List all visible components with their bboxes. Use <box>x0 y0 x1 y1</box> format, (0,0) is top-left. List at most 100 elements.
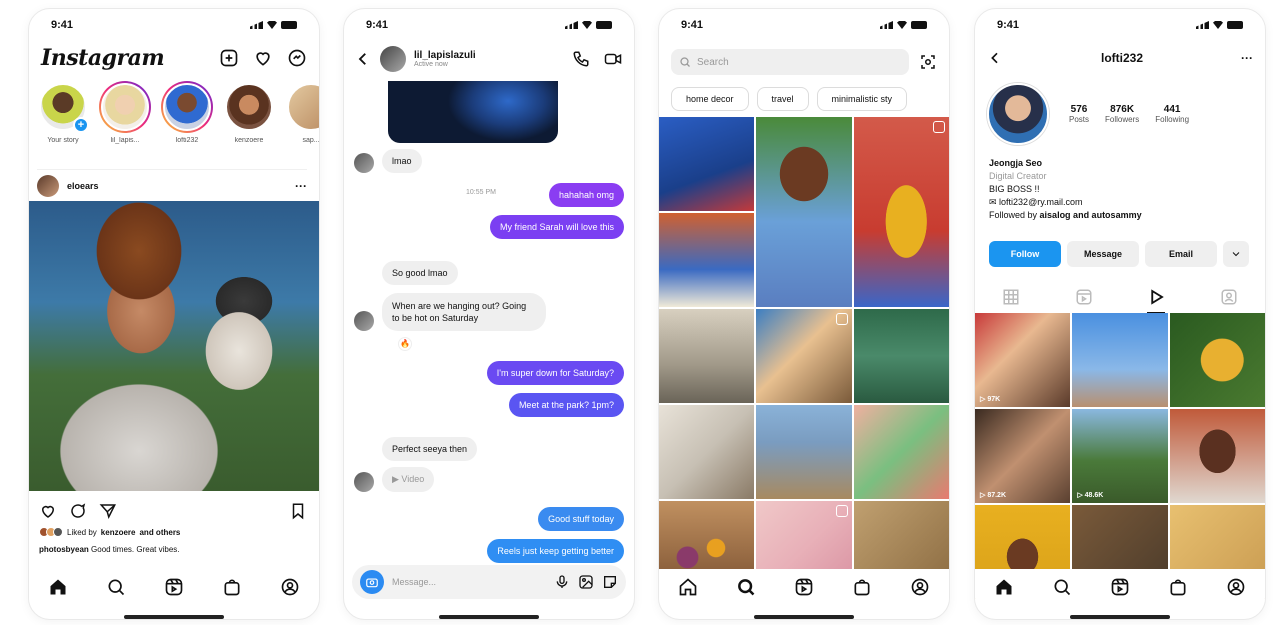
back-icon[interactable] <box>987 50 1003 66</box>
phone-icon[interactable] <box>572 50 590 68</box>
post-image[interactable] <box>29 201 319 491</box>
message-input[interactable]: Message... <box>392 577 546 587</box>
tab-tagged-icon[interactable] <box>1220 288 1238 306</box>
wifi-icon <box>1213 21 1223 29</box>
camera-icon[interactable] <box>360 570 384 594</box>
stat-posts[interactable]: 576 Posts <box>1069 104 1089 124</box>
tab-reels-icon[interactable] <box>1075 288 1093 306</box>
explore-tile[interactable] <box>853 405 949 499</box>
profile-tile[interactable]: ▷ 87.2K <box>975 409 1071 503</box>
explore-tile[interactable] <box>853 309 949 403</box>
liked-suffix[interactable]: and others <box>139 528 180 537</box>
battery-icon <box>596 21 612 29</box>
shop-icon[interactable] <box>852 577 872 597</box>
story-item[interactable]: lofti232 <box>161 81 213 144</box>
explore-tile[interactable] <box>756 117 852 307</box>
message-button[interactable]: Message <box>1067 241 1139 267</box>
explore-tile[interactable] <box>756 309 852 403</box>
followed-by[interactable]: Followed by aisalog and autosammy <box>989 209 1255 222</box>
caption-user[interactable]: photosbyean <box>39 545 89 554</box>
video-message[interactable]: ▶ Video <box>382 467 435 492</box>
explore-tile[interactable] <box>659 213 755 307</box>
message-bubble-in[interactable]: When are we hanging out? Going to be hot… <box>382 293 546 332</box>
story-item[interactable]: kenzoere <box>223 81 275 144</box>
shop-icon[interactable] <box>222 577 242 597</box>
message-bubble-in[interactable]: So good lmao <box>382 261 458 285</box>
home-icon[interactable] <box>48 577 68 597</box>
messenger-icon[interactable] <box>287 48 307 68</box>
explore-tile[interactable] <box>659 309 755 403</box>
home-icon[interactable] <box>994 577 1014 597</box>
profile-tile[interactable] <box>1169 313 1265 407</box>
back-icon[interactable] <box>354 50 372 68</box>
more-options-icon[interactable]: ··· <box>295 179 307 193</box>
explore-tile[interactable] <box>659 117 755 211</box>
explore-tile[interactable] <box>853 117 949 307</box>
explore-tile[interactable] <box>659 405 755 499</box>
suggested-dropdown-button[interactable] <box>1223 241 1249 267</box>
message-bubble-out[interactable]: Reels just keep getting better <box>487 539 624 563</box>
tab-video-icon[interactable] <box>1147 288 1166 314</box>
microphone-icon[interactable] <box>554 574 570 590</box>
share-icon[interactable] <box>99 502 117 520</box>
video-call-icon[interactable] <box>604 50 622 68</box>
search-input[interactable]: Search <box>671 49 909 75</box>
profile-tile[interactable]: ▷ 97K <box>975 313 1071 407</box>
profile-tile[interactable] <box>1072 313 1168 407</box>
topic-chip[interactable]: travel <box>756 87 809 111</box>
bio-email[interactable]: ✉ lofti232@ry.mail.com <box>989 196 1255 209</box>
topic-chip[interactable]: minimalistic sty <box>816 87 908 111</box>
instagram-logo[interactable]: Instagram <box>41 45 165 71</box>
heart-icon[interactable] <box>253 48 273 68</box>
profile-tile[interactable]: ▷ 48.6K <box>1072 409 1168 503</box>
follow-button[interactable]: Follow <box>989 241 1061 267</box>
search-icon[interactable] <box>736 577 756 597</box>
new-post-icon[interactable] <box>219 48 239 68</box>
email-button[interactable]: Email <box>1145 241 1217 267</box>
stat-followers[interactable]: 876K Followers <box>1105 104 1139 124</box>
message-bubble-out[interactable]: Meet at the park? 1pm? <box>508 393 624 417</box>
topic-chip[interactable]: home decor <box>671 87 749 111</box>
stat-following[interactable]: 441 Following <box>1155 104 1189 124</box>
shared-image[interactable] <box>388 81 558 143</box>
add-story-icon[interactable]: + <box>73 117 89 133</box>
search-icon[interactable] <box>1052 577 1072 597</box>
message-bubble-out[interactable]: Good stuff today <box>538 507 624 531</box>
avatar[interactable] <box>380 46 406 72</box>
bookmark-icon[interactable] <box>289 502 307 520</box>
reels-icon[interactable] <box>794 577 814 597</box>
profile-icon[interactable] <box>910 577 930 597</box>
tab-grid-icon[interactable] <box>1002 288 1020 306</box>
message-bubble-in[interactable]: lmao <box>382 149 422 173</box>
like-icon[interactable] <box>39 502 57 520</box>
explore-tile[interactable] <box>756 405 852 499</box>
profile-tile[interactable] <box>1169 409 1265 503</box>
home-icon[interactable] <box>678 577 698 597</box>
reels-icon[interactable] <box>1110 577 1130 597</box>
story-item[interactable]: sap... <box>285 81 319 144</box>
liked-user[interactable]: kenzoere <box>101 528 136 537</box>
more-options-icon[interactable]: ··· <box>1241 51 1253 65</box>
chat-title[interactable]: lil_lapislazuli Active now <box>414 50 476 68</box>
story-item[interactable]: + Your story <box>37 81 89 144</box>
profile-avatar[interactable] <box>987 83 1049 145</box>
message-bubble-out[interactable]: I'm super down for Saturday? <box>486 361 624 385</box>
message-bubble-in[interactable]: Perfect seeya then <box>382 437 478 461</box>
message-bubble-out[interactable]: My friend Sarah will love this <box>489 215 624 239</box>
message-bubble-out[interactable]: hahahah omg <box>548 183 624 207</box>
post-username[interactable]: eloears <box>67 181 99 191</box>
profile-icon[interactable] <box>1226 577 1246 597</box>
sticker-icon[interactable] <box>602 574 618 590</box>
gallery-icon[interactable] <box>578 574 594 590</box>
reaction-emoji[interactable]: 🔥 <box>398 337 412 351</box>
story-item[interactable]: lil_lapis... <box>99 81 151 144</box>
scan-icon[interactable] <box>917 51 939 73</box>
search-icon[interactable] <box>106 577 126 597</box>
reels-icon[interactable] <box>164 577 184 597</box>
profile-icon[interactable] <box>280 577 300 597</box>
reels-badge-icon <box>835 313 848 325</box>
status-icons <box>880 21 927 29</box>
comment-icon[interactable] <box>69 502 87 520</box>
shop-icon[interactable] <box>1168 577 1188 597</box>
post-author[interactable]: eloears <box>37 174 99 197</box>
